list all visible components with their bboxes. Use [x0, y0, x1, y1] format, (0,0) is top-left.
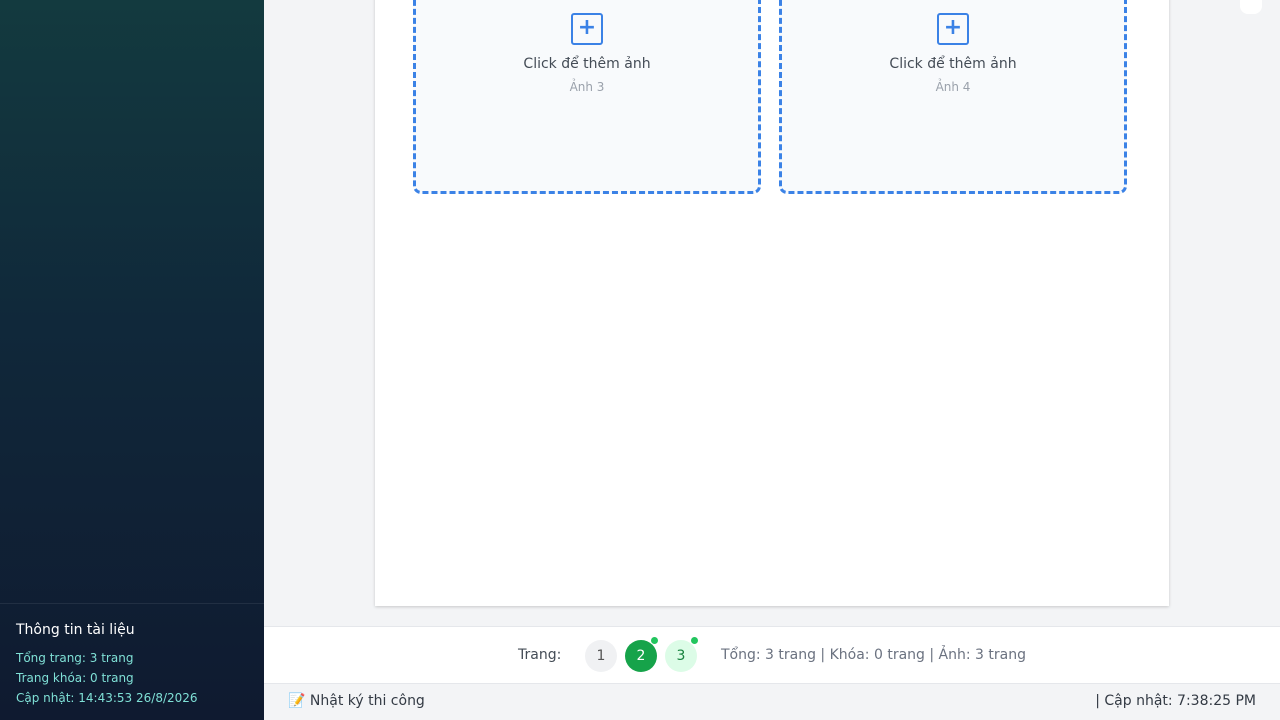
document-info-panel: Thông tin tài liệu Tổng trang: 3 trang T…	[0, 603, 264, 720]
floating-toggle-button[interactable]	[1240, 0, 1262, 14]
pager-label: Trang:	[518, 647, 562, 663]
sidebar: Thông tin tài liệu Tổng trang: 3 trang T…	[0, 0, 264, 720]
last-updated-text: | Cập nhật: 7:38:25 PM	[1095, 693, 1256, 709]
total-pages-text: Tổng trang: 3 trang	[16, 651, 134, 665]
image-slot-3[interactable]: + Click để thêm ảnh Ảnh 3	[413, 0, 761, 194]
page-button-1[interactable]: 1	[585, 640, 617, 672]
add-image-icon: +	[571, 13, 603, 45]
image-slot-4[interactable]: + Click để thêm ảnh Ảnh 4	[779, 0, 1127, 194]
page-number: 2	[636, 648, 646, 664]
construction-log-link[interactable]: 📝 Nhật ký thi công	[288, 693, 425, 709]
status-dot-icon	[650, 636, 659, 645]
page-sheet: + Click để thêm ảnh Ảnh 3 + Click để thê…	[375, 0, 1169, 606]
image-slot-caption: Ảnh 4	[935, 80, 971, 94]
status-dot-icon	[690, 636, 699, 645]
add-image-label: Click để thêm ảnh	[523, 56, 651, 72]
page-button-3[interactable]: 3	[665, 636, 699, 672]
pager-summary: Tổng: 3 trang | Khóa: 0 trang | Ảnh: 3 t…	[721, 647, 1026, 663]
memo-icon: 📝	[288, 693, 306, 709]
image-slot-caption: Ảnh 3	[569, 80, 605, 94]
add-image-label: Click để thêm ảnh	[889, 56, 1017, 72]
page-number: 3	[676, 648, 686, 664]
add-image-icon: +	[937, 13, 969, 45]
page-button-2[interactable]: 2	[625, 636, 659, 672]
page-navigation: Trang: 1 2 3 Tổng: 3 trang | Khóa: 0 tra…	[264, 626, 1280, 684]
locked-pages-text: Trang khóa: 0 trang	[16, 671, 134, 685]
status-bar: 📝 Nhật ký thi công | Cập nhật: 7:38:25 P…	[264, 684, 1280, 720]
construction-log-label: Nhật ký thi công	[309, 693, 425, 709]
main-content: + Click để thêm ảnh Ảnh 3 + Click để thê…	[264, 0, 1280, 626]
updated-text: Cập nhật: 14:43:53 26/8/2026	[16, 691, 198, 705]
document-info-title: Thông tin tài liệu	[16, 622, 135, 638]
